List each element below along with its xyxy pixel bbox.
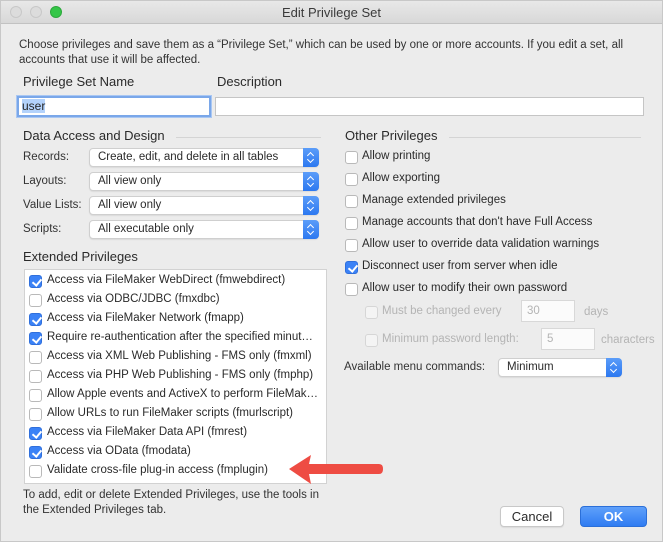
other-privilege-label: Allow exporting — [362, 172, 440, 184]
menu-commands-value: Minimum — [507, 361, 554, 373]
popup-arrows-icon — [303, 148, 319, 167]
layouts-select[interactable]: All view only — [89, 172, 319, 191]
scripts-select[interactable]: All executable only — [89, 220, 319, 239]
layouts-value: All view only — [98, 175, 162, 187]
records-select[interactable]: Create, edit, and delete in all tables — [89, 148, 319, 167]
extended-privilege-checkbox[interactable] — [29, 427, 42, 440]
ok-button[interactable]: OK — [580, 506, 647, 527]
password-change-days-input[interactable]: 30 — [521, 300, 575, 322]
extended-privilege-checkbox[interactable] — [29, 313, 42, 326]
other-privilege-label: Allow user to modify their own password — [362, 282, 568, 294]
cancel-button[interactable]: Cancel — [500, 506, 564, 527]
extended-privilege-checkbox[interactable] — [29, 332, 42, 345]
other-privilege-checkbox[interactable] — [345, 261, 358, 274]
extended-privilege-label: Validate cross-file plug-in access (fmpl… — [47, 464, 268, 476]
extended-privilege-label: Allow Apple events and ActiveX to perfor… — [47, 388, 319, 400]
extended-privilege-label: Access via FileMaker WebDirect (fmwebdir… — [47, 274, 286, 286]
menu-commands-label: Available menu commands: — [344, 361, 486, 373]
other-privilege-checkbox[interactable] — [345, 151, 358, 164]
other-privilege-label: Allow user to override data validation w… — [362, 238, 600, 250]
popup-arrows-icon — [303, 220, 319, 239]
must-change-password-checkbox[interactable] — [365, 306, 378, 319]
extended-privilege-checkbox[interactable] — [29, 275, 42, 288]
min-password-length-label: Minimum password length: — [382, 333, 519, 345]
extended-privilege-label: Access via PHP Web Publishing - FMS only… — [47, 369, 314, 381]
privilege-set-name-label: Privilege Set Name — [23, 74, 135, 89]
data-access-heading: Data Access and Design — [23, 128, 165, 143]
other-privileges-heading: Other Privileges — [345, 128, 438, 143]
value-lists-label: Value Lists: — [23, 199, 82, 211]
extended-privilege-label: Require re-authentication after the spec… — [47, 331, 313, 343]
other-privilege-checkbox[interactable] — [345, 283, 358, 296]
other-privilege-label: Disconnect user from server when idle — [362, 260, 558, 272]
min-password-length-input[interactable]: 5 — [541, 328, 595, 350]
other-privilege-label: Manage extended privileges — [362, 194, 506, 206]
must-change-password-label: Must be changed every — [382, 305, 502, 317]
extended-privilege-label: Access via XML Web Publishing - FMS only… — [47, 350, 312, 362]
extended-privilege-checkbox[interactable] — [29, 294, 42, 307]
privilege-set-name-input[interactable]: user — [17, 96, 211, 117]
extended-privilege-checkbox[interactable] — [29, 370, 42, 383]
other-privilege-checkbox[interactable] — [345, 195, 358, 208]
other-privilege-checkbox[interactable] — [345, 217, 358, 230]
intro-text: Choose privileges and save them as a “Pr… — [19, 39, 624, 66]
records-value: Create, edit, and delete in all tables — [98, 151, 279, 163]
extended-privileges-heading: Extended Privileges — [23, 249, 138, 264]
extended-privilege-label: Access via FileMaker Data API (fmrest) — [47, 426, 248, 438]
other-privilege-checkbox[interactable] — [345, 239, 358, 252]
extended-privilege-label: Allow URLs to run FileMaker scripts (fmu… — [47, 407, 294, 419]
extended-privilege-label: Access via FileMaker Network (fmapp) — [47, 312, 244, 324]
records-label: Records: — [23, 151, 70, 163]
extended-privilege-checkbox[interactable] — [29, 351, 42, 364]
characters-unit-label: characters — [601, 334, 655, 346]
extended-privilege-label: Access via ODBC/JDBC (fmxdbc) — [47, 293, 220, 305]
description-input[interactable] — [215, 97, 644, 116]
red-arrow-annotation — [289, 455, 383, 484]
extended-privilege-checkbox[interactable] — [29, 389, 42, 402]
extended-privileges-list[interactable]: Access via FileMaker WebDirect (fmwebdir… — [24, 269, 327, 484]
red-arrow-icon — [289, 455, 383, 484]
other-privilege-label: Allow printing — [362, 150, 431, 162]
extended-privilege-label: Access via OData (fmodata) — [47, 445, 191, 457]
value-lists-select[interactable]: All view only — [89, 196, 319, 215]
popup-arrows-icon — [606, 358, 622, 377]
data-access-divider — [176, 137, 321, 138]
extended-privilege-checkbox[interactable] — [29, 408, 42, 421]
scripts-label: Scripts: — [23, 223, 62, 235]
description-label: Description — [217, 74, 283, 89]
popup-arrows-icon — [303, 172, 319, 191]
extended-privilege-checkbox[interactable] — [29, 446, 42, 459]
other-privilege-checkbox[interactable] — [345, 173, 358, 186]
layouts-label: Layouts: — [23, 175, 67, 187]
value-lists-value: All view only — [98, 199, 162, 211]
menu-commands-select[interactable]: Minimum — [498, 358, 622, 377]
other-privilege-label: Manage accounts that don't have Full Acc… — [362, 216, 593, 228]
edit-privilege-set-window: Edit Privilege Set Choose privileges and… — [0, 0, 663, 542]
popup-arrows-icon — [303, 196, 319, 215]
title-bar: Edit Privilege Set — [1, 1, 662, 24]
days-unit-label: days — [584, 306, 609, 318]
window-title: Edit Privilege Set — [282, 5, 381, 20]
other-privileges-divider — [449, 137, 641, 138]
min-password-length-checkbox[interactable] — [365, 334, 378, 347]
extended-privilege-checkbox[interactable] — [29, 465, 42, 478]
privilege-set-name-value: user — [22, 99, 46, 113]
extended-privileges-note: To add, edit or delete Extended Privileg… — [23, 489, 319, 516]
scripts-value: All executable only — [98, 223, 194, 235]
